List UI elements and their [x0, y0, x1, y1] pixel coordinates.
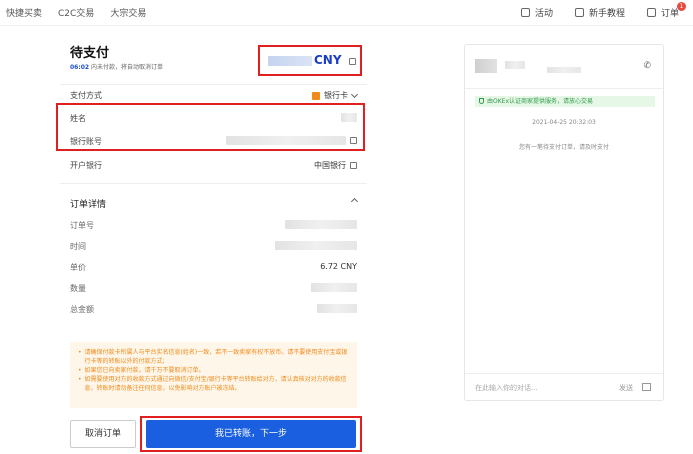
payment-countdown: 06:02 内未付款，将自动取消订单 — [70, 62, 163, 71]
nav-c2c-trade[interactable]: C2C交易 — [58, 6, 94, 19]
warning-item: • 请确保付款卡所属人与平台实名信息(姓名)一致，若不一致卖家有权不放币。请不要使… — [78, 349, 348, 365]
nav-links: 快捷买卖 C2C交易 大宗交易 — [6, 6, 146, 19]
shield-icon — [479, 98, 484, 104]
copy-icon[interactable] — [350, 162, 357, 169]
orders-badge: 1 — [677, 2, 686, 11]
price-row: 单价 6.72 CNY — [70, 260, 357, 274]
chat-input[interactable]: 在此输入你的对话... — [475, 383, 538, 393]
copy-icon[interactable] — [349, 58, 356, 65]
nav-actions: 活动 新手教程 订单 1 — [520, 2, 686, 19]
page-title: 待支付 — [70, 46, 110, 61]
nav-quick-trade[interactable]: 快捷买卖 — [6, 6, 42, 19]
bank-value: 中国银行 — [314, 161, 346, 170]
warning-item: • 如需要使用对方的收款方式通过向微信/支付宝/银行卡等平台转账给对方，请认真核对… — [78, 376, 347, 392]
bank-label: 开户银行 — [70, 161, 102, 170]
order-details-header[interactable]: 订单详情 — [70, 195, 359, 210]
divider — [465, 373, 663, 374]
gift-icon — [520, 8, 530, 17]
nav-orders[interactable]: 订单 1 — [646, 2, 686, 19]
verified-merchant-notice: 由OKEx认证商家提供服务，请放心交易 — [475, 96, 655, 107]
warning-notice: • 请确保付款卡所属人与平台实名信息(姓名)一致，若不一致卖家有权不放币。请不要使… — [70, 342, 357, 408]
countdown-timer: 06:02 — [70, 64, 90, 71]
payee-name-redacted — [341, 113, 357, 122]
document-icon — [646, 8, 656, 17]
account-number-redacted — [226, 136, 346, 145]
price-label: 单价 — [70, 263, 86, 272]
payee-name-label: 姓名 — [70, 114, 86, 123]
nav-block-trade[interactable]: 大宗交易 — [110, 6, 146, 19]
quantity-row: 数量 — [70, 281, 357, 295]
confirm-highlight: 我已转账，下一步 — [140, 416, 362, 452]
amount-currency: CNY — [314, 53, 342, 67]
top-nav: 快捷买卖 C2C交易 大宗交易 活动 新手教程 订单 1 — [0, 0, 693, 26]
chevron-down-icon[interactable] — [350, 90, 359, 98]
total-redacted — [317, 304, 357, 313]
order-number-label: 订单号 — [70, 221, 94, 230]
quantity-redacted — [311, 283, 357, 292]
verified-notice-text: 由OKEx认证商家提供服务，请放心交易 — [487, 98, 593, 105]
cancel-order-button[interactable]: 取消订单 — [70, 420, 136, 448]
quantity-label: 数量 — [70, 284, 86, 293]
bank-card-icon — [312, 91, 320, 100]
total-row: 总金额 — [70, 302, 357, 316]
chat-timestamp: 2021-04-25 20:32:03 — [532, 119, 596, 126]
confirm-transfer-button[interactable]: 我已转账，下一步 — [146, 420, 356, 448]
bank-row: 开户银行 中国银行 — [70, 158, 357, 172]
total-label: 总金额 — [70, 305, 94, 314]
divider — [60, 183, 367, 184]
time-label: 时间 — [70, 242, 86, 251]
amount-display: CNY — [258, 45, 362, 76]
divider — [60, 84, 367, 85]
payment-method-row[interactable]: 支付方式 银行卡 — [70, 88, 359, 102]
payment-method-value: 银行卡 — [324, 91, 348, 100]
nav-tutorial[interactable]: 新手教程 — [574, 6, 625, 19]
order-details-title: 订单详情 — [70, 200, 107, 210]
payment-method-label: 支付方式 — [70, 91, 102, 100]
system-message: 您有一笔待支付订单，请及时支付 — [518, 144, 609, 151]
chevron-up-icon[interactable] — [350, 197, 359, 206]
account-number-row: 银行账号 — [70, 134, 357, 148]
nav-tutorial-label: 新手教程 — [588, 9, 625, 19]
time-row: 时间 — [70, 239, 357, 253]
avatar — [475, 59, 497, 73]
order-number-row: 订单号 — [70, 218, 357, 232]
merchant-info-redacted — [547, 67, 581, 73]
nav-activity[interactable]: 活动 — [520, 6, 553, 19]
chat-header: ✆ — [465, 45, 663, 89]
payee-name-row: 姓名 — [70, 111, 357, 125]
price-value: 6.72 CNY — [320, 262, 357, 271]
phone-icon[interactable]: ✆ — [643, 61, 651, 71]
video-icon — [574, 8, 584, 17]
nav-activity-label: 活动 — [534, 9, 553, 19]
time-redacted — [275, 241, 357, 250]
account-number-label: 银行账号 — [70, 137, 102, 146]
amount-value-redacted — [268, 56, 312, 66]
send-button[interactable]: 发送 — [619, 383, 633, 393]
warning-item: • 如果您已向卖家付款，请千万不要取消订单。 — [78, 367, 205, 374]
countdown-text: 内未付款，将自动取消订单 — [91, 64, 164, 71]
merchant-name-redacted — [505, 61, 525, 69]
chat-panel: ✆ 由OKEx认证商家提供服务，请放心交易 2021-04-25 20:32:0… — [464, 44, 664, 401]
order-number-redacted — [285, 220, 357, 229]
image-upload-icon[interactable] — [642, 383, 651, 391]
copy-icon[interactable] — [350, 137, 357, 144]
